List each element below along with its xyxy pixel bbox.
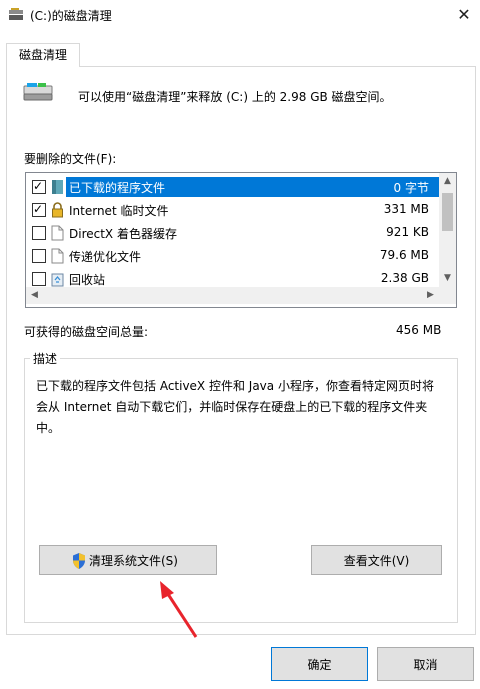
file-name: 已下载的程序文件 (66, 179, 169, 196)
file-size: 79.6 MB (379, 248, 429, 262)
tab-label: 磁盘清理 (18, 48, 67, 62)
description-text: 已下载的程序文件包括 ActiveX 控件和 Java 小程序，你查看特定网页时… (36, 379, 434, 435)
cancel-button[interactable]: 取消 (377, 647, 474, 681)
space-total-label: 可获得的磁盘空间总量: (24, 325, 149, 339)
disk-cleanup-icon (9, 8, 23, 20)
space-total-value: 456 MB (396, 323, 442, 337)
uac-shield-icon (73, 553, 85, 569)
ok-button[interactable]: 确定 (271, 647, 368, 681)
checkbox[interactable] (32, 226, 46, 240)
list-item[interactable]: 已下载的程序文件 0 字节 (26, 176, 439, 198)
scroll-up-icon[interactable]: ▲ (439, 173, 456, 190)
file-name: Internet 临时文件 (69, 204, 169, 218)
scrollbar-corner (439, 287, 456, 304)
horizontal-scrollbar[interactable]: ◀ ▶ (26, 287, 439, 304)
file-name: 回收站 (69, 273, 106, 287)
file-size: 0 字节 (393, 181, 429, 195)
vertical-scrollbar[interactable]: ▲ ▼ (439, 173, 456, 287)
clean-system-files-label: 清理系统文件(S) (89, 554, 178, 568)
drive-icon (23, 83, 53, 101)
scroll-thumb[interactable] (442, 193, 453, 231)
file-name: 传递优化文件 (69, 250, 142, 264)
close-button[interactable]: ✕ (452, 3, 476, 27)
checkbox[interactable] (32, 178, 46, 194)
file-name: DirectX 着色器缓存 (69, 227, 177, 241)
scroll-down-icon[interactable]: ▼ (439, 270, 456, 287)
recycle-bin-icon (51, 273, 64, 287)
tab-disk-cleanup[interactable]: 磁盘清理 (6, 43, 80, 67)
checkbox[interactable] (32, 201, 46, 217)
view-files-button[interactable]: 查看文件(V) (311, 545, 442, 575)
file-size: 331 MB (383, 202, 429, 216)
checkbox[interactable] (32, 249, 46, 263)
description-title: 描述 (30, 350, 61, 367)
files-to-delete-label: 要删除的文件(F): (24, 152, 117, 166)
lock-icon (52, 202, 63, 218)
window-title: (C:)的磁盘清理 (30, 9, 112, 23)
folder-icon (52, 180, 63, 194)
list-item[interactable]: 传递优化文件 79.6 MB (26, 245, 439, 267)
list-item[interactable]: Internet 临时文件 331 MB (26, 199, 439, 221)
drive-info-text: 可以使用“磁盘清理”来释放 (C:) 上的 2.98 GB 磁盘空间。 (78, 90, 392, 104)
list-item[interactable]: DirectX 着色器缓存 921 KB (26, 222, 439, 244)
scroll-right-icon[interactable]: ▶ (422, 287, 439, 304)
file-size: 921 KB (386, 225, 429, 239)
checkbox[interactable] (32, 272, 46, 286)
file-icon (51, 225, 64, 241)
file-icon (51, 248, 64, 264)
scroll-left-icon[interactable]: ◀ (26, 287, 43, 304)
file-size: 2.38 GB (380, 271, 429, 285)
clean-system-files-button[interactable]: 清理系统文件(S) (39, 545, 217, 575)
file-list[interactable]: 已下载的程序文件 0 字节 Internet 临时文件 331 MB Direc… (25, 172, 457, 308)
red-arrow-icon (160, 581, 198, 638)
